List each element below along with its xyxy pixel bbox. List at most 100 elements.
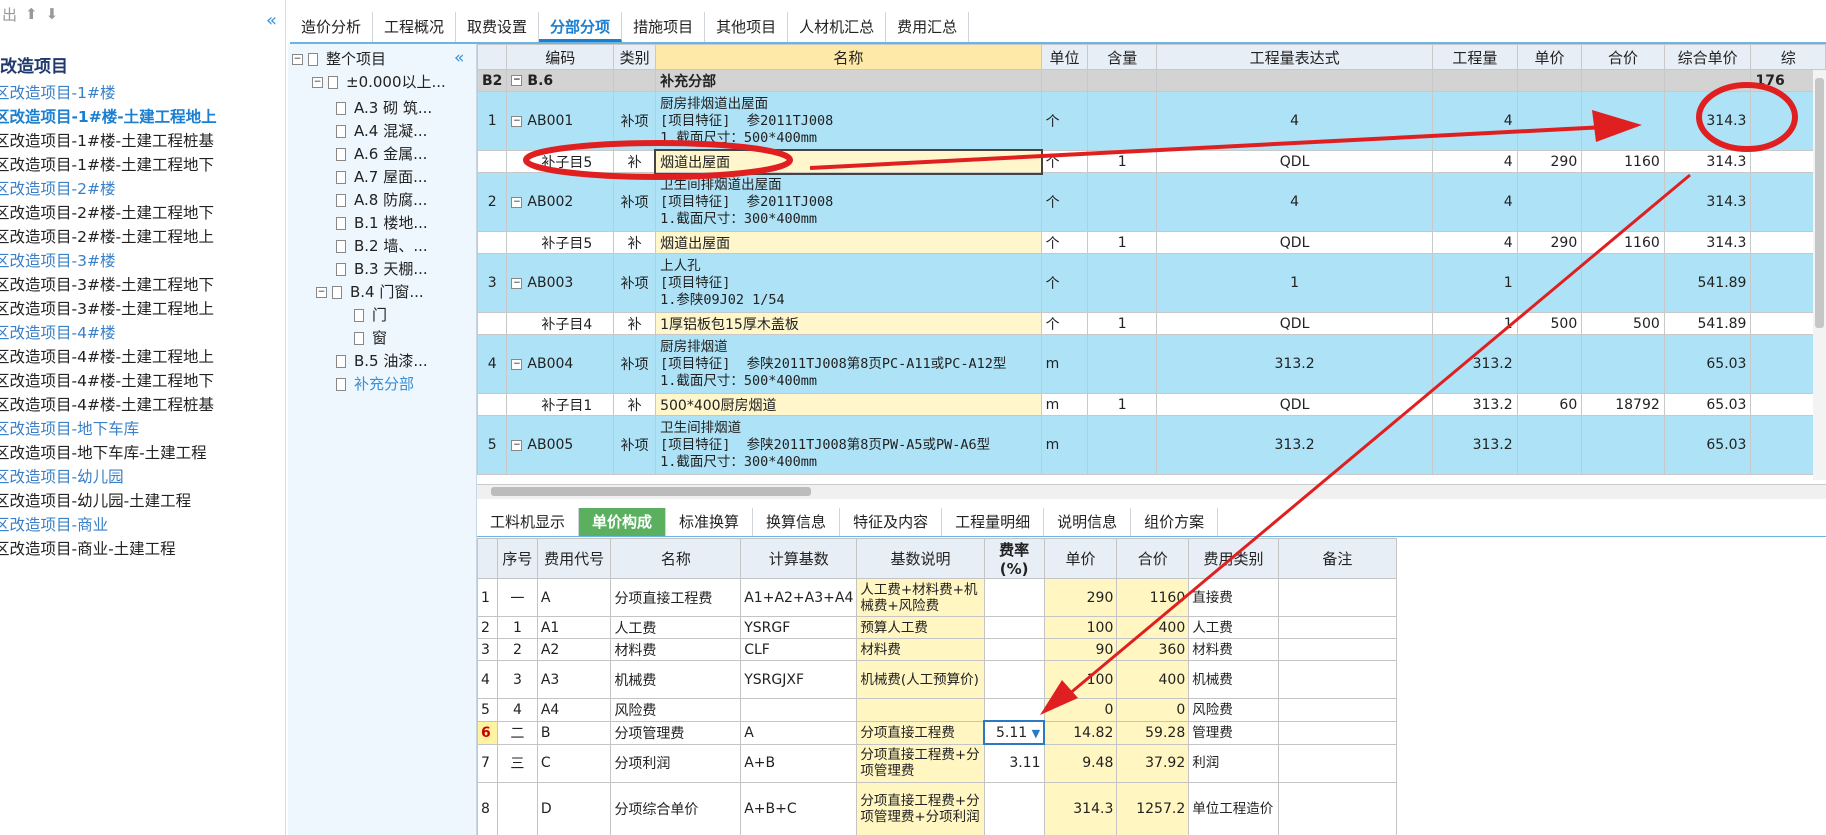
price-cell[interactable]: 0 — [1043, 698, 1118, 722]
price-cell[interactable]: 60 — [1516, 393, 1583, 416]
tab-6[interactable]: 人材机汇总 — [788, 12, 887, 42]
column-header[interactable]: 费用代号 — [536, 538, 612, 579]
category-cell[interactable]: 利润 — [1188, 743, 1279, 783]
price-cell[interactable]: 290 — [1043, 578, 1118, 617]
horizontal-scrollbar[interactable] — [477, 484, 1826, 499]
tree-node[interactable]: 窗 — [354, 327, 387, 349]
qty-cell[interactable]: 1 — [1432, 253, 1518, 313]
note-cell[interactable] — [1277, 578, 1397, 617]
qty-cell[interactable]: 4 — [1432, 231, 1518, 254]
type-cell[interactable]: 补项 — [613, 91, 657, 151]
code-cell[interactable]: A1 — [536, 616, 612, 639]
qty-cell[interactable]: 313.2 — [1432, 334, 1518, 394]
tab-4[interactable]: 措施项目 — [622, 12, 706, 42]
project-item[interactable]: 区改造项目-1#楼-土建工程地上 — [0, 105, 285, 129]
project-item[interactable]: 区改造项目-4#楼 — [0, 321, 285, 345]
rate-cell[interactable] — [983, 616, 1045, 639]
unit-cell[interactable]: 个 — [1040, 172, 1089, 232]
collapse-icon[interactable]: − — [312, 77, 323, 88]
price-cell[interactable] — [1516, 91, 1583, 151]
column-header[interactable]: 单位 — [1040, 44, 1089, 70]
base-desc-cell[interactable]: 分项直接工程费 — [856, 720, 985, 745]
tab-1[interactable]: 工程概况 — [373, 12, 457, 42]
project-item[interactable]: 区改造项目-4#楼-土建工程桩基 — [0, 393, 285, 417]
bottom-tab-5[interactable]: 工程量明细 — [942, 508, 1045, 536]
sub-item-row[interactable]: 补子目5 补烟道出屋面 个 1 QDL 4 290 1160 314.3 — [477, 148, 1826, 175]
tree-node[interactable]: A.8 防腐... — [336, 189, 427, 211]
column-header[interactable]: 工程量 — [1432, 44, 1518, 70]
seq-cell[interactable]: 二 — [496, 720, 538, 745]
column-header[interactable]: 备注 — [1277, 538, 1397, 579]
composition-row[interactable]: 5 4 A4 风险费 0 0 风险费 — [477, 698, 1397, 722]
base-desc-cell[interactable]: 人工费+材料费+机械费+风险费 — [856, 578, 985, 617]
name-cell[interactable]: 人工费 — [610, 616, 742, 639]
name-cell[interactable]: 分项综合单价 — [610, 781, 742, 835]
collapse-icon[interactable]: − — [292, 54, 303, 65]
price-cell[interactable]: 100 — [1043, 616, 1118, 639]
tab-7[interactable]: 费用汇总 — [886, 12, 970, 42]
name-cell[interactable]: 卫生间排烟道出屋面 [项目特征] 参2011TJ008 1.截面尺寸：300*4… — [655, 172, 1042, 232]
item-row[interactable]: 4− AB004 补项 厨房排烟道 [项目特征] 参陕2011TJ008第8页PC-A… — [477, 334, 1826, 394]
row-index[interactable]: 3 — [477, 638, 498, 661]
category-cell[interactable]: 管理费 — [1188, 720, 1279, 745]
qty-cell[interactable]: 313.2 — [1432, 393, 1518, 416]
unit-cell[interactable]: 个 — [1040, 150, 1089, 173]
total-cell[interactable] — [1581, 415, 1665, 475]
total-cell[interactable]: 0 — [1116, 698, 1190, 722]
note-cell[interactable] — [1277, 660, 1397, 699]
category-cell[interactable]: 风险费 — [1188, 698, 1279, 722]
base-desc-cell[interactable]: 机械费(人工预算价) — [856, 660, 985, 699]
seq-cell[interactable]: 一 — [496, 578, 538, 617]
collapse-icon[interactable]: − — [511, 277, 523, 289]
base-desc-cell[interactable]: 分项直接工程费+分项管理费 — [856, 743, 985, 783]
column-header[interactable]: 工程量表达式 — [1155, 44, 1434, 70]
name-cell[interactable]: 分项直接工程费 — [610, 578, 742, 617]
project-item[interactable]: 区改造项目-2#楼 — [0, 177, 285, 201]
total-cell[interactable]: 37.92 — [1116, 743, 1190, 783]
rate-cell[interactable] — [983, 660, 1045, 699]
price-cell[interactable]: 290 — [1516, 150, 1583, 173]
total-cell[interactable]: 18792 — [1581, 393, 1665, 416]
seq-cell[interactable]: 三 — [496, 743, 538, 783]
note-cell[interactable] — [1277, 616, 1397, 639]
base-cell[interactable]: A+B — [740, 743, 858, 783]
unit-cell[interactable]: 个 — [1040, 312, 1089, 335]
code-cell[interactable]: 补子目5 — [506, 150, 615, 173]
part-name[interactable]: 补充分部 — [655, 69, 1042, 92]
price-cell[interactable] — [1516, 334, 1583, 394]
composition-row[interactable]: 2 1 A1 人工费 YSRGF 预算人工费 100 400 人工费 — [477, 616, 1397, 639]
project-item[interactable]: 区改造项目-商业 — [0, 513, 285, 537]
name-cell[interactable]: 卫生间排烟道 [项目特征] 参陕2011TJ008第8页PW-A5或PW-A6型… — [655, 415, 1042, 475]
row-index[interactable] — [477, 312, 508, 335]
content-cell[interactable]: 1 — [1087, 312, 1157, 335]
code-cell[interactable]: − AB002 — [506, 172, 615, 232]
composition-row[interactable]: 4 3 A3 机械费 YSRGJXF 机械费(人工预算价) 100 400 机械费 — [477, 660, 1397, 699]
column-header[interactable]: 费用类别 — [1188, 538, 1279, 579]
price-cell[interactable]: 9.48 — [1043, 743, 1118, 783]
row-index[interactable] — [477, 231, 508, 254]
row-index[interactable] — [477, 393, 508, 416]
expr-cell[interactable]: 313.2 — [1155, 415, 1434, 475]
project-item[interactable]: 区改造项目-1#楼 — [0, 81, 285, 105]
qty-cell[interactable]: 4 — [1432, 150, 1518, 173]
base-desc-cell[interactable]: 预算人工费 — [856, 616, 985, 639]
project-title[interactable]: 改造项目 — [0, 52, 285, 77]
base-cell[interactable]: YSRGF — [740, 616, 858, 639]
part-cell[interactable] — [1581, 69, 1665, 92]
tree-node[interactable]: B.5 油漆... — [336, 350, 428, 372]
tree-root[interactable]: − 整个项目 — [292, 48, 386, 70]
item-row[interactable]: 3− AB003 补项 上人孔 [项目特征] 1.参陕09J02 1/54 个 1 1 541… — [477, 253, 1826, 313]
unit-price-cell[interactable]: 541.89 — [1663, 312, 1752, 335]
price-cell[interactable]: 14.82 — [1043, 720, 1118, 745]
tree-node[interactable]: A.7 屋面... — [336, 166, 427, 188]
code-cell[interactable]: 补子目4 — [506, 312, 615, 335]
qty-cell[interactable]: 313.2 — [1432, 415, 1518, 475]
total-cell[interactable]: 360 — [1116, 638, 1190, 661]
price-cell[interactable]: 90 — [1043, 638, 1118, 661]
column-header[interactable]: 名称 — [610, 538, 742, 579]
project-item[interactable]: 区改造项目-2#楼-土建工程地下 — [0, 201, 285, 225]
row-index[interactable]: 1 — [477, 91, 508, 151]
row-index[interactable]: 8 — [477, 781, 498, 835]
type-cell[interactable]: 补项 — [613, 253, 657, 313]
name-cell[interactable]: 分项管理费 — [610, 720, 742, 745]
